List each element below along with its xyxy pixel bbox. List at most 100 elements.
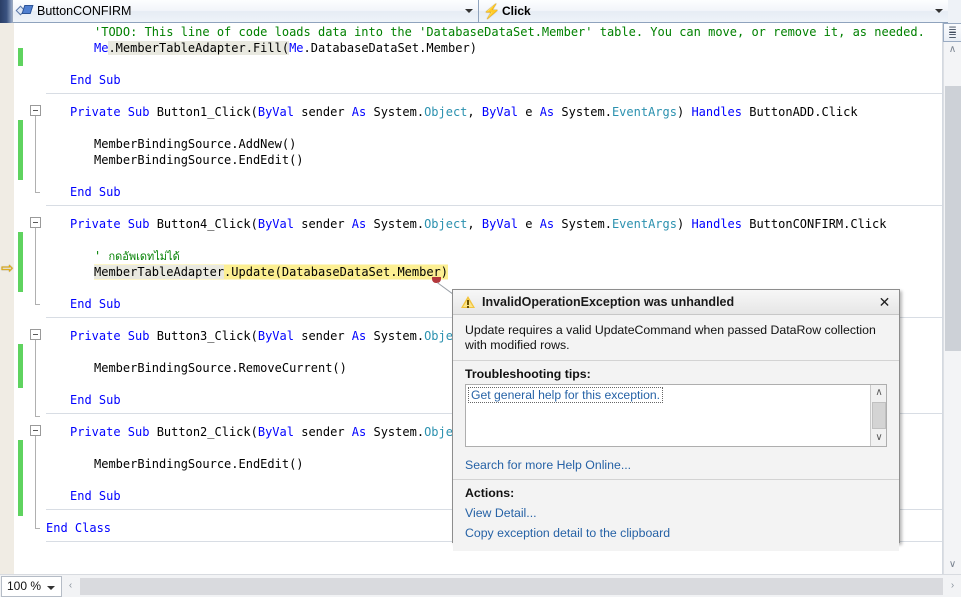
code-token: MemberTableAdapter — [94, 265, 225, 279]
code-line[interactable]: MemberBindingSource.AddNew() — [94, 136, 296, 152]
code-token: ByVal — [257, 105, 302, 119]
code-line[interactable]: End Sub — [70, 72, 121, 88]
code-token: MemberBindingSource.RemoveCurrent() — [94, 361, 347, 375]
code-line[interactable]: End Sub — [70, 184, 121, 200]
change-indicator-bar — [18, 344, 23, 388]
copy-exception-detail-link[interactable]: Copy exception detail to the clipboard — [465, 523, 887, 543]
change-indicator-bar — [18, 120, 23, 180]
scroll-down-arrow-icon[interactable]: ∨ — [944, 557, 961, 574]
view-detail-link[interactable]: View Detail... — [465, 503, 887, 523]
code-line[interactable]: End Sub — [70, 392, 121, 408]
exception-assistant-dialog[interactable]: InvalidOperationException was unhandled … — [452, 289, 900, 551]
editor-navigation-bar: ButtonCONFIRM ⚡ Click — [0, 0, 961, 23]
change-tracking-margin — [14, 23, 24, 574]
outlining-bracket-tick — [35, 528, 40, 529]
collapse-region-toggle[interactable] — [30, 425, 41, 436]
method-dropdown-value: Click — [502, 4, 531, 18]
method-cube-icon — [15, 4, 34, 18]
code-line[interactable]: MemberTableAdapter.Update(DatabaseDataSe… — [94, 264, 449, 280]
horizontal-scrollbar[interactable] — [80, 577, 943, 595]
code-token: End Class — [46, 521, 112, 535]
scroll-right-arrow-icon[interactable]: › — [944, 576, 961, 597]
actions-heading: Actions: — [465, 486, 515, 500]
change-indicator-bar — [18, 232, 23, 292]
outlining-bracket-tick — [35, 192, 40, 193]
code-token: .Update(DatabaseDataSet.Member) — [224, 265, 449, 279]
tips-scroll-up-icon[interactable]: ∧ — [871, 385, 886, 401]
code-token: MemberBindingSource.AddNew() — [94, 137, 297, 151]
code-line[interactable]: MemberBindingSource.EndEdit() — [94, 456, 304, 472]
code-token: Object — [424, 105, 468, 119]
code-token: Private Sub — [70, 329, 157, 343]
code-token: ByVal — [257, 217, 302, 231]
troubleshooting-tips-list[interactable]: Get general help for this exception. ∧ ∨ — [465, 384, 887, 447]
outlining-bracket-line — [35, 116, 36, 192]
editor-status-bar: 100 % ‹ › — [0, 574, 961, 597]
code-line[interactable]: Me.MemberTableAdapter.Fill(Me.DatabaseDa… — [94, 40, 477, 56]
exception-dialog-titlebar: InvalidOperationException was unhandled … — [453, 290, 899, 315]
method-dropdown[interactable]: ⚡ Click — [479, 0, 948, 23]
warning-triangle-icon — [461, 295, 476, 309]
code-line[interactable]: 'TODO: This line of code loads data into… — [94, 24, 925, 40]
collapse-region-toggle[interactable] — [30, 329, 41, 340]
troubleshooting-tips-heading: Troubleshooting tips: — [465, 367, 591, 381]
code-line[interactable]: End Class — [46, 520, 111, 536]
code-line[interactable]: ' กดอัพเดทไม่ได้ — [94, 248, 180, 264]
collapse-region-toggle[interactable] — [30, 217, 41, 228]
chevron-down-icon[interactable] — [465, 9, 473, 13]
zoom-level-dropdown[interactable]: 100 % — [1, 575, 62, 597]
vertical-scrollbar[interactable]: ∧ ∨ — [943, 42, 961, 574]
collapse-region-toggle[interactable] — [30, 105, 41, 116]
code-line[interactable]: Private Sub Button4_Click(ByVal sender A… — [70, 216, 887, 232]
scroll-left-arrow-icon[interactable]: ‹ — [62, 576, 79, 597]
code-token: ) — [676, 105, 692, 119]
tips-scrollbar-thumb[interactable] — [872, 402, 886, 429]
code-token: EventArgs — [611, 105, 677, 119]
code-token: Object — [424, 217, 468, 231]
code-line[interactable]: End Sub — [70, 488, 121, 504]
tips-scroll-down-icon[interactable]: ∨ — [871, 430, 886, 446]
actions-section: Actions: View Detail... Copy exception d… — [453, 480, 899, 551]
tip-link-general-help[interactable]: Get general help for this exception. — [468, 387, 664, 403]
code-token: , — [467, 217, 482, 231]
search-help-online-link[interactable]: Search for more Help Online... — [453, 453, 899, 480]
vertical-scrollbar-thumb[interactable] — [945, 86, 961, 351]
code-token: , — [467, 105, 482, 119]
code-token: System. — [373, 329, 425, 343]
code-token: ' — [94, 249, 109, 263]
code-line[interactable]: Private Sub Button3_Click(ByVal sender A… — [70, 328, 467, 344]
code-token: System. — [373, 425, 425, 439]
code-token: Button2_Click( — [156, 425, 258, 439]
code-token: End Sub — [70, 489, 121, 503]
code-token: End Sub — [70, 393, 121, 407]
split-pane-handle[interactable]: ☰ ☰ — [943, 23, 961, 42]
code-token: sender — [301, 105, 352, 119]
chevron-down-icon[interactable] — [935, 9, 943, 13]
code-token: As — [539, 217, 562, 231]
indicator-margin[interactable]: ⇨ — [0, 23, 14, 574]
code-line[interactable]: End Sub — [70, 296, 121, 312]
class-dropdown[interactable]: ButtonCONFIRM — [13, 0, 479, 23]
code-token: Me — [94, 41, 109, 55]
code-token: End Sub — [70, 297, 121, 311]
code-token: Button1_Click( — [156, 105, 258, 119]
close-icon[interactable]: ✕ — [876, 294, 893, 311]
exception-dialog-title: InvalidOperationException was unhandled — [482, 295, 735, 309]
code-token: MemberBindingSource.EndEdit() — [94, 457, 304, 471]
code-line[interactable]: Private Sub Button2_Click(ByVal sender A… — [70, 424, 467, 440]
tips-scrollbar[interactable]: ∧ ∨ — [870, 385, 886, 446]
chevron-down-icon[interactable] — [47, 585, 55, 590]
code-token: e — [525, 217, 540, 231]
code-line[interactable]: MemberBindingSource.EndEdit() — [94, 152, 304, 168]
region-separator — [46, 93, 942, 94]
outlining-bracket-line — [35, 228, 36, 304]
code-token: As — [351, 425, 374, 439]
outlining-margin[interactable] — [24, 23, 46, 574]
change-indicator-bar — [18, 440, 23, 516]
code-line[interactable]: Private Sub Button1_Click(ByVal sender A… — [70, 104, 858, 120]
class-dropdown-value: ButtonCONFIRM — [37, 4, 132, 18]
scroll-up-arrow-icon[interactable]: ∧ — [944, 42, 961, 59]
visual-studio-code-editor-window: ButtonCONFIRM ⚡ Click ☰ ☰ ⇨ 'TODO: This … — [0, 0, 961, 597]
code-token: Private Sub — [70, 217, 157, 231]
code-line[interactable]: MemberBindingSource.RemoveCurrent() — [94, 360, 347, 376]
